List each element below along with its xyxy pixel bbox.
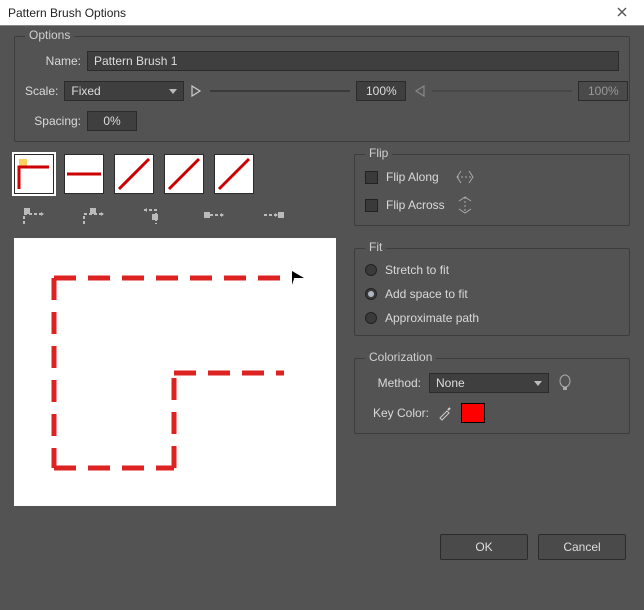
scale-mode-select[interactable]: Fixed [64,81,184,101]
tile-end[interactable] [214,154,254,194]
ok-button[interactable]: OK [440,534,528,560]
flip-horizontal-icon [455,169,475,185]
side-icon [74,204,114,228]
fit-addspace-radio[interactable] [365,288,377,300]
fit-approx-radio[interactable] [365,312,377,324]
tip-icon[interactable] [557,374,573,392]
chevron-down-icon [534,381,542,386]
brush-preview [14,238,336,506]
fit-addspace-label: Add space to fit [385,287,468,301]
method-select[interactable]: None [429,373,549,393]
flip-group: Flip Flip Along Flip Across [354,154,630,226]
dialog-footer: OK Cancel [0,520,644,574]
end-icon [254,204,294,228]
tile-placement-row [14,204,336,228]
name-input[interactable] [87,51,619,71]
fit-approx-label: Approximate path [385,311,479,325]
fit-stretch-radio[interactable] [365,264,377,276]
fit-stretch-label: Stretch to fit [385,263,449,277]
options-group: Options Name: Scale: Fixed 100% [14,36,630,142]
slider-max-icon [412,84,426,98]
start-icon [194,204,234,228]
fit-group-label: Fit [365,240,386,254]
scale-mode-value: Fixed [71,84,100,98]
slider-track[interactable] [210,90,350,92]
scale-max-slider: 100% [412,81,628,101]
scale-min-slider[interactable]: 100% [190,81,406,101]
keycolor-label: Key Color: [365,406,429,420]
tile-outer-corner[interactable] [14,154,54,194]
eyedropper-icon[interactable] [437,405,453,421]
keycolor-swatch[interactable] [461,403,485,423]
slider-track [432,90,572,92]
method-label: Method: [365,376,421,390]
slider-min-icon [190,84,204,98]
title-bar: Pattern Brush Options [0,0,644,26]
spacing-label: Spacing: [25,114,81,128]
chevron-down-icon [169,89,177,94]
options-group-label: Options [25,28,74,42]
flip-group-label: Flip [365,146,392,160]
flip-vertical-icon [457,195,473,215]
inner-corner-icon [134,204,174,228]
scale-min-value[interactable]: 100% [356,81,406,101]
scale-max-value: 100% [578,81,628,101]
cancel-button[interactable]: Cancel [538,534,626,560]
colorization-group-label: Colorization [365,350,436,364]
colorization-group: Colorization Method: None Key Color: [354,358,630,434]
window-title: Pattern Brush Options [8,6,126,20]
method-value: None [436,376,465,390]
tile-start[interactable] [164,154,204,194]
name-label: Name: [25,54,81,68]
flip-along-checkbox[interactable] [365,171,378,184]
tile-inner-corner[interactable] [114,154,154,194]
close-button[interactable] [602,2,642,22]
fit-group: Fit Stretch to fit Add space to fit Appr… [354,248,630,336]
flip-across-checkbox[interactable] [365,199,378,212]
scale-label: Scale: [25,84,58,98]
tile-side[interactable] [64,154,104,194]
flip-along-label: Flip Along [386,170,439,184]
spacing-input[interactable]: 0% [87,111,137,131]
tile-selector-row [14,154,336,194]
outer-corner-icon [14,204,54,228]
flip-across-label: Flip Across [386,198,445,212]
